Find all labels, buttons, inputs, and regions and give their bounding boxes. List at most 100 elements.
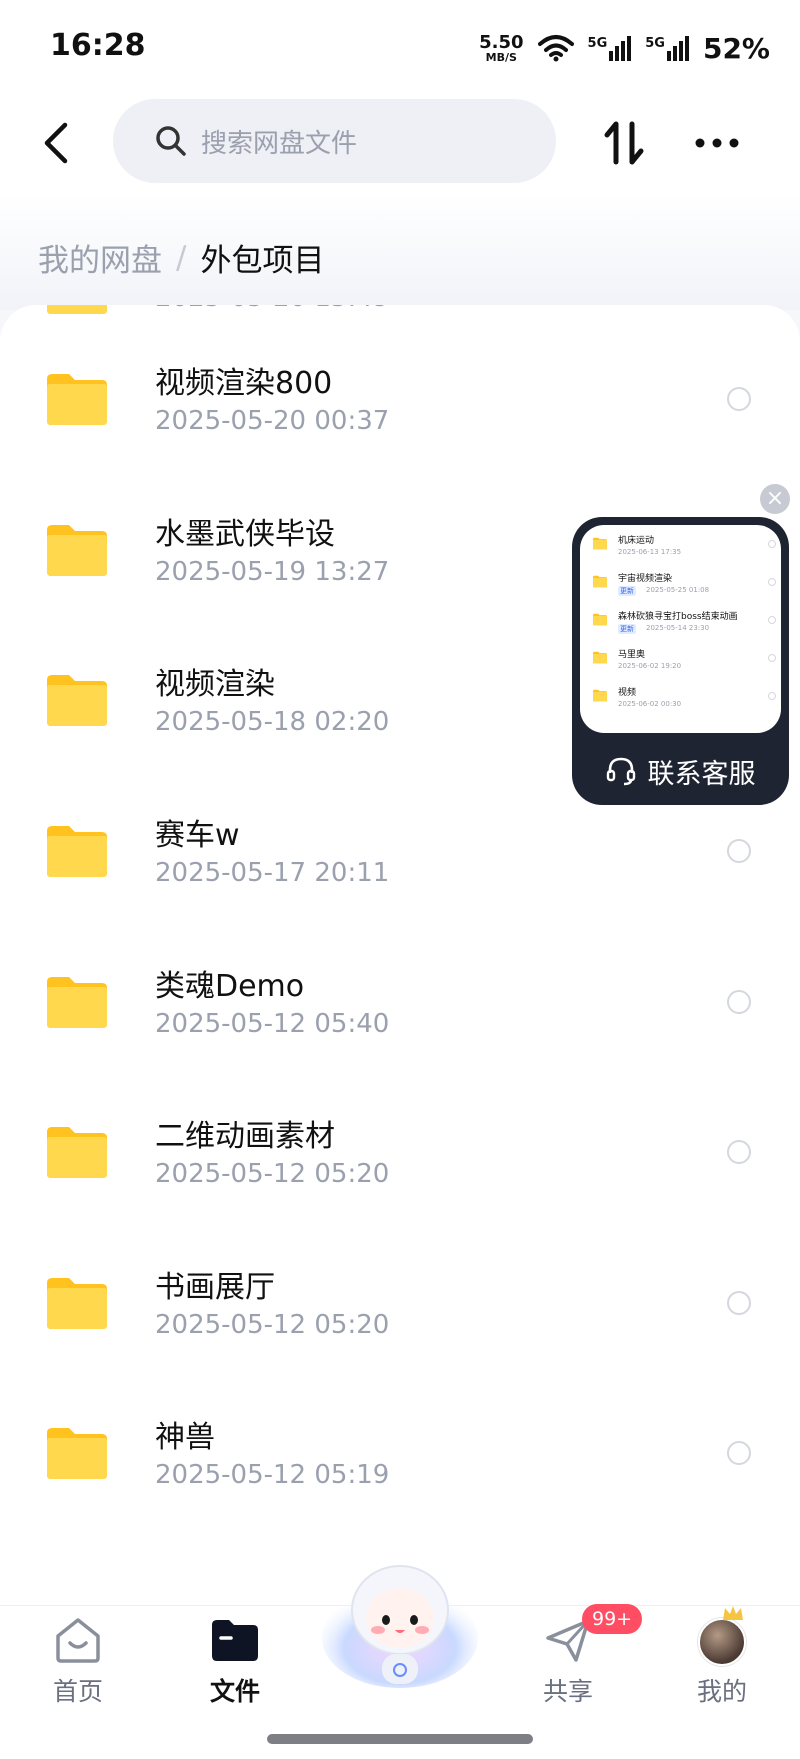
folder-icon [47, 1127, 107, 1178]
tab-home-label: 首页 [52, 1677, 103, 1706]
breadcrumb-separator: / [176, 239, 187, 276]
home-indicator[interactable] [267, 1734, 533, 1744]
back-button[interactable] [28, 115, 84, 171]
folder-icon [47, 1278, 107, 1329]
file-name: 赛车w [155, 818, 240, 853]
tab-me-label: 我的 [696, 1677, 747, 1706]
headset-icon [606, 757, 635, 786]
file-date: 2025-05-20 15:49 [155, 305, 389, 313]
mini-file-date: 2025-05-25 01:08 [646, 586, 710, 594]
list-item[interactable]: 视频渲染800 2025-05-20 00:37 [0, 325, 800, 475]
folder-icon [47, 525, 107, 576]
signal-2-label: 5G [645, 35, 665, 51]
breadcrumb-root[interactable]: 我的网盘 [38, 235, 162, 280]
tab-home[interactable]: 首页 [23, 1616, 133, 1716]
list-item[interactable]: 类魂Demo 2025-05-12 05:40 [0, 928, 800, 1078]
status-time: 16:28 [50, 28, 146, 63]
select-checkbox[interactable] [727, 387, 751, 411]
battery-level: 52% [702, 31, 770, 65]
avatar[interactable] [698, 1618, 746, 1666]
folder-icon [47, 826, 107, 877]
folder-icon [593, 613, 607, 626]
file-date: 2025-05-12 05:20 [155, 1159, 390, 1189]
file-name: 水墨武侠毕设 [155, 517, 335, 552]
mini-list-item: 宇宙视频渲染 更新 2025-05-25 01:08 [580, 565, 781, 603]
mini-list-item: 马里奥 2025-06-02 19:20 [580, 641, 781, 679]
mini-list-item: 视频 2025-06-02 00:30 [580, 679, 781, 717]
more-button[interactable] [690, 113, 744, 173]
crown-icon [723, 1606, 743, 1620]
folder-icon [47, 977, 107, 1028]
mini-file-name: 机床运动 [618, 536, 655, 546]
network-speed: 5.50 MB/S [479, 31, 524, 64]
chevron-left-icon [44, 122, 68, 164]
widget-preview: 机床运动 2025-06-13 17:35 宇宙视频渲染 更新 2025-05-… [580, 525, 781, 733]
file-name: 视频渲染 [155, 667, 275, 702]
file-date: 2025-05-12 05:20 [155, 1310, 390, 1340]
search-placeholder: 搜索网盘文件 [201, 128, 358, 159]
close-icon[interactable]: × [760, 484, 790, 514]
mini-list-item: 机床运动 2025-06-13 17:35 [580, 527, 781, 565]
folder-icon [47, 675, 107, 726]
mini-file-name: 宇宙视频渲染 [618, 574, 673, 584]
file-date: 2025-05-19 13:27 [155, 557, 390, 587]
mini-file-date: 2025-06-02 00:30 [618, 700, 682, 708]
file-name: 书画展厅 [155, 1270, 275, 1305]
cell-signal-2-icon: 5G [645, 35, 689, 61]
mini-checkbox [768, 540, 776, 548]
folder-icon [212, 1620, 258, 1661]
status-bar: 16:28 5.50 MB/S 5G 5G 52% [0, 0, 800, 95]
search-icon [156, 126, 186, 156]
wifi-icon [537, 35, 574, 62]
select-checkbox[interactable] [727, 990, 751, 1014]
tab-files[interactable]: 文件 [180, 1616, 290, 1716]
signal-1-label: 5G [587, 35, 608, 51]
mini-file-date: 2025-06-13 17:35 [618, 548, 682, 556]
share-count-badge: 99+ [582, 1604, 643, 1634]
contact-support-label: 联系客服 [647, 758, 756, 790]
file-date: 2025-05-12 05:40 [155, 1009, 390, 1039]
list-item[interactable]: 神兽 2025-05-12 05:19 [0, 1379, 800, 1529]
file-name: 神兽 [155, 1420, 215, 1455]
tab-share-label: 共享 [542, 1677, 593, 1706]
mini-file-name: 森林砍狼寻宝打boss结束动画 [618, 612, 738, 622]
list-item[interactable]: 二维动画素材 2025-05-12 05:20 [0, 1078, 800, 1228]
folder-icon [47, 374, 107, 425]
contact-support-button[interactable]: 联系客服 [572, 743, 789, 799]
mascot-button[interactable] [320, 1560, 480, 1690]
file-list: 2025-05-20 15:49 视频渲染800 2025-05-20 00:3… [0, 305, 800, 1605]
folder-icon [593, 689, 607, 702]
net-speed-unit: MB/S [485, 50, 517, 64]
folder-icon [593, 537, 607, 550]
folder-icon [47, 1428, 107, 1479]
home-icon [56, 1618, 100, 1663]
folder-icon [593, 575, 607, 588]
file-name: 二维动画素材 [155, 1119, 335, 1154]
file-date: 2025-05-17 20:11 [155, 858, 390, 888]
folder-icon [593, 651, 607, 664]
cell-signal-1-icon: 5G [587, 35, 632, 61]
mini-checkbox [768, 616, 776, 624]
mini-update-tag: 更新 [618, 624, 636, 634]
list-item[interactable]: 书画展厅 2025-05-12 05:20 [0, 1229, 800, 1379]
sort-button[interactable] [596, 113, 652, 173]
breadcrumb-current: 外包项目 [200, 243, 325, 279]
net-speed-value: 5.50 [479, 31, 524, 53]
breadcrumb: 我的网盘 / 外包项目 [38, 235, 324, 280]
customer-service-widget[interactable]: 机床运动 2025-06-13 17:35 宇宙视频渲染 更新 2025-05-… [572, 517, 789, 805]
select-checkbox[interactable] [727, 1140, 751, 1164]
select-checkbox[interactable] [727, 1291, 751, 1315]
select-checkbox[interactable] [727, 1441, 751, 1465]
mini-file-date: 2025-06-02 19:20 [618, 662, 682, 670]
select-checkbox[interactable] [727, 839, 751, 863]
search-input[interactable]: 搜索网盘文件 [113, 99, 556, 183]
more-horizontal-icon [695, 138, 739, 148]
mini-update-tag: 更新 [618, 586, 636, 596]
mini-list-item: 森林砍狼寻宝打boss结束动画 更新 2025-05-14 23:30 [580, 603, 781, 641]
mini-file-date: 2025-05-14 23:30 [646, 624, 710, 632]
mini-file-name: 马里奥 [618, 650, 646, 660]
file-date: 2025-05-12 05:19 [155, 1460, 390, 1490]
mini-checkbox [768, 578, 776, 586]
sort-icon [604, 121, 644, 165]
status-icons: 5.50 MB/S 5G 5G 52% [479, 28, 770, 68]
